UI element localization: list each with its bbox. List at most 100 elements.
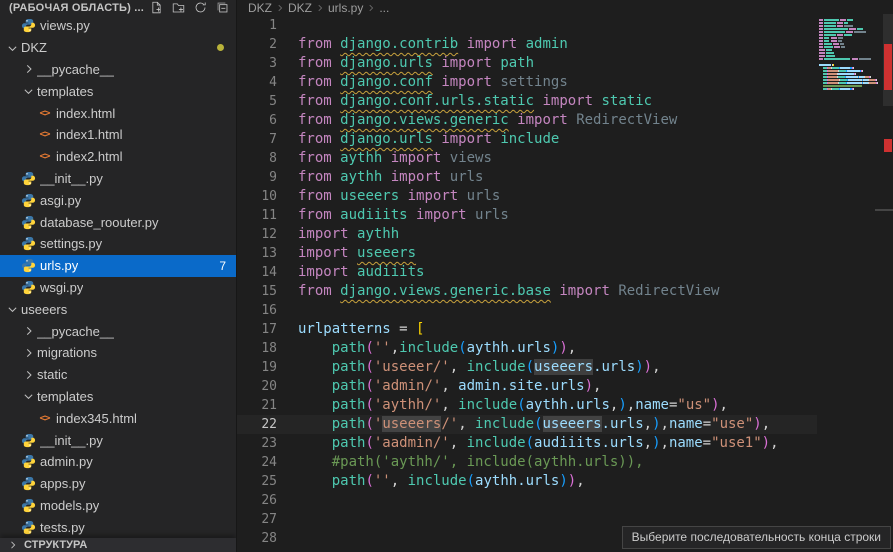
tree-file-wsgi-py[interactable]: wsgi.py [0, 277, 236, 299]
tree-file-settings-py[interactable]: settings.py [0, 233, 236, 255]
token [349, 264, 357, 280]
token: ) [644, 359, 652, 375]
tree-file-index-html[interactable]: <>index.html [0, 102, 236, 124]
token [298, 435, 332, 451]
explorer-section-header[interactable]: (РАБОЧАЯ ОБЛАСТЬ) ... [0, 0, 236, 15]
tree-file-init-py[interactable]: __init__.py [0, 168, 236, 190]
code-line-11[interactable]: 11from audiiits import urls [237, 206, 817, 225]
code-line-5[interactable]: 5from django.conf.urls.static import sta… [237, 92, 817, 111]
collapse-all-icon[interactable] [215, 0, 230, 15]
code-line-13[interactable]: 13import useeers [237, 244, 817, 263]
new-file-icon[interactable] [149, 0, 164, 15]
token: ) [762, 435, 770, 451]
token: import [542, 93, 593, 109]
minimap[interactable] [819, 16, 882, 100]
outline-title: СТРУКТУРА [24, 539, 87, 551]
tree-file-index1-html[interactable]: <>index1.html [0, 124, 236, 146]
minimap-line [819, 97, 882, 100]
tree-folder-templates[interactable]: templates [0, 386, 236, 408]
token: django.contrib [340, 36, 458, 52]
token: 'useeer/' [374, 359, 450, 375]
tree-folder-pycache[interactable]: __pycache__ [0, 59, 236, 81]
tree-file-index2-html[interactable]: <>index2.html [0, 146, 236, 168]
line-number: 22 [237, 415, 277, 434]
token: , [450, 435, 467, 451]
code-line-9[interactable]: 9from aythh import urls [237, 168, 817, 187]
token: django.views.generic [340, 112, 509, 128]
code-line-26[interactable]: 26 [237, 491, 817, 510]
code-line-23[interactable]: 23 path('aadmin/', include(audiiits.urls… [237, 434, 817, 453]
code-line-19[interactable]: 19 path('useeer/', include(useeers.urls)… [237, 358, 817, 377]
token: import [298, 245, 349, 261]
tree-file-index345-html[interactable]: <>index345.html [0, 407, 236, 429]
code-line-1[interactable]: 1 [237, 16, 817, 35]
python-file-icon [20, 215, 37, 230]
code-line-12[interactable]: 12import aythh [237, 225, 817, 244]
token: import [467, 36, 518, 52]
code-line-6[interactable]: 6from django.views.generic import Redire… [237, 111, 817, 130]
token: name [669, 435, 703, 451]
code-text: from django.views.generic import Redirec… [298, 112, 677, 128]
code-text: path('useeer/', include(useeers.urls)), [298, 359, 661, 375]
code-line-3[interactable]: 3from django.urls import path [237, 54, 817, 73]
tree-file-tests-py[interactable]: tests.py [0, 516, 236, 538]
python-file-icon [20, 498, 37, 513]
code-line-17[interactable]: 17urlpatterns = [ [237, 320, 817, 339]
tree-file-database-roouter-py[interactable]: database_roouter.py [0, 211, 236, 233]
tree-file-urls-py[interactable]: urls.py7 [0, 255, 236, 277]
tree-file-admin-py[interactable]: admin.py [0, 451, 236, 473]
code-line-25[interactable]: 25 path('', include(aythh.urls)), [237, 472, 817, 491]
code-text: import aythh [298, 226, 399, 242]
chevron-down-icon [6, 39, 20, 56]
new-folder-icon[interactable] [171, 0, 186, 15]
tree-folder-static[interactable]: static [0, 364, 236, 386]
tree-item-label: __pycache__ [37, 324, 114, 339]
tree-folder-dkz[interactable]: DKZ [0, 37, 236, 59]
tree-file-models-py[interactable]: models.py [0, 495, 236, 517]
breadcrumb-item-1[interactable]: DKZ [288, 1, 312, 15]
tree-folder-pycache[interactable]: __pycache__ [0, 320, 236, 342]
code-line-7[interactable]: 7from django.urls import include [237, 130, 817, 149]
refresh-icon[interactable] [193, 0, 208, 15]
code-line-8[interactable]: 8from aythh import views [237, 149, 817, 168]
tree-folder-migrations[interactable]: migrations [0, 342, 236, 364]
line-number: 23 [237, 434, 277, 453]
tree-item-label: apps.py [40, 476, 86, 491]
code-line-20[interactable]: 20 path('admin/', admin.site.urls), [237, 377, 817, 396]
breadcrumb-item-0[interactable]: DKZ [248, 1, 272, 15]
code-line-18[interactable]: 18 path('',include(aythh.urls)), [237, 339, 817, 358]
line-number: 14 [237, 263, 277, 282]
tree-folder-templates[interactable]: templates [0, 80, 236, 102]
code-area[interactable]: 12from django.contrib import admin3from … [237, 16, 817, 552]
code-line-21[interactable]: 21 path('aythh/', include(aythh.urls,),n… [237, 396, 817, 415]
html-file-icon: <> [36, 413, 53, 424]
token: , [644, 416, 652, 432]
tree-file-init-py[interactable]: __init__.py [0, 429, 236, 451]
token: ) [711, 397, 719, 413]
tree-file-apps-py[interactable]: apps.py [0, 473, 236, 495]
outline-section-header[interactable]: СТРУКТУРА [0, 538, 236, 552]
code-line-14[interactable]: 14import audiiits [237, 263, 817, 282]
token: static [601, 93, 652, 109]
code-line-4[interactable]: 4from django.conf import settings [237, 73, 817, 92]
token: ) [652, 435, 660, 451]
line-number: 21 [237, 396, 277, 415]
code-line-16[interactable]: 16 [237, 301, 817, 320]
line-number: 16 [237, 301, 277, 320]
token [332, 93, 340, 109]
token: [ [416, 321, 424, 337]
token [298, 340, 332, 356]
token: name [635, 397, 669, 413]
token: django.conf.urls.static [340, 93, 534, 109]
tree-file-views-py[interactable]: views.py [0, 15, 236, 37]
tree-folder-useeers[interactable]: useeers [0, 298, 236, 320]
token [298, 397, 332, 413]
code-line-22[interactable]: 22 path('useeers/', include(useeers.urls… [237, 415, 817, 434]
code-line-24[interactable]: 24 #path('aythh/', include(aythh.urls)), [237, 453, 817, 472]
breadcrumb-item-3[interactable]: ... [379, 1, 389, 15]
code-line-10[interactable]: 10from useeers import urls [237, 187, 817, 206]
breadcrumb-item-2[interactable]: urls.py [328, 1, 363, 15]
code-line-15[interactable]: 15from django.views.generic.base import … [237, 282, 817, 301]
tree-file-asgi-py[interactable]: asgi.py [0, 189, 236, 211]
code-line-2[interactable]: 2from django.contrib import admin [237, 35, 817, 54]
